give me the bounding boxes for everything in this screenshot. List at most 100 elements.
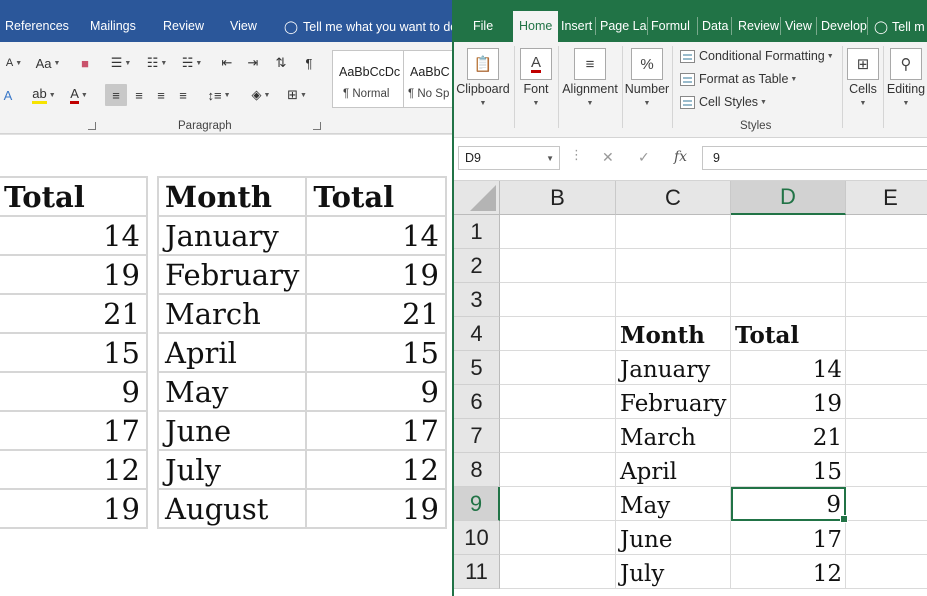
cell-b10[interactable]: [500, 521, 616, 555]
row-header-10[interactable]: 10: [454, 521, 500, 555]
cell-b1[interactable]: [500, 215, 616, 249]
cell-d6[interactable]: 19: [731, 385, 846, 419]
name-box[interactable]: D9 ▼: [458, 146, 560, 170]
excel-tab-insert[interactable]: Insert: [561, 19, 592, 33]
bullets-button[interactable]: ☰ ▼: [104, 52, 138, 74]
word-tab-review[interactable]: Review: [163, 19, 204, 33]
cell-styles-button[interactable]: Cell Styles ▼: [680, 92, 767, 112]
cell-e7[interactable]: [846, 419, 927, 453]
word-tab-view[interactable]: View: [230, 19, 257, 33]
cell-c7[interactable]: March: [616, 419, 731, 453]
align-left-button[interactable]: ≡: [105, 84, 127, 106]
paragraph-dialog-launcher-icon[interactable]: [313, 122, 321, 130]
total-cell[interactable]: 12: [0, 449, 148, 490]
cell-b2[interactable]: [500, 249, 616, 283]
cell-e4[interactable]: [846, 317, 927, 351]
excel-tab-page-layout[interactable]: Page La: [600, 19, 647, 33]
cell-d2[interactable]: [731, 249, 846, 283]
excel-tab-formulas[interactable]: Formul: [651, 19, 690, 33]
month-cell[interactable]: April: [156, 332, 308, 373]
row-header-2[interactable]: 2: [454, 249, 500, 283]
cell-e11[interactable]: [846, 555, 927, 589]
borders-button[interactable]: ⊞ ▼: [280, 84, 314, 106]
excel-tell-me[interactable]: ◯ Tell m: [874, 19, 925, 34]
sort-button[interactable]: ⇅: [270, 52, 292, 74]
cell-b4[interactable]: [500, 317, 616, 351]
cell-b6[interactable]: [500, 385, 616, 419]
justify-button[interactable]: ≡: [172, 84, 194, 106]
cell-d7[interactable]: 21: [731, 419, 846, 453]
cell-c1[interactable]: [616, 215, 731, 249]
clipboard-group[interactable]: 📋 Clipboard ▼: [454, 42, 512, 138]
row-header-3[interactable]: 3: [454, 283, 500, 317]
total-cell[interactable]: 14: [305, 215, 447, 256]
total-cell[interactable]: 19: [0, 254, 148, 295]
total-cell[interactable]: 17: [305, 410, 447, 451]
word-tell-me[interactable]: ◯ Tell me what you want to do: [284, 19, 452, 34]
row-header-8[interactable]: 8: [454, 453, 500, 487]
month-cell[interactable]: January: [156, 215, 308, 256]
total-cell[interactable]: 14: [0, 215, 148, 256]
cell-b5[interactable]: [500, 351, 616, 385]
cell-e5[interactable]: [846, 351, 927, 385]
total-cell[interactable]: 19: [305, 488, 447, 529]
total-cell[interactable]: 15: [305, 332, 447, 373]
formula-input[interactable]: 9: [702, 146, 927, 170]
month-cell[interactable]: March: [156, 293, 308, 334]
cell-c11[interactable]: July: [616, 555, 731, 589]
cancel-icon[interactable]: ✕: [602, 149, 614, 166]
row-header-1[interactable]: 1: [454, 215, 500, 249]
total-cell[interactable]: 21: [0, 293, 148, 334]
excel-tab-developer[interactable]: Develop: [821, 19, 867, 33]
cell-d10[interactable]: 17: [731, 521, 846, 555]
cell-d5[interactable]: 14: [731, 351, 846, 385]
header-cell[interactable]: Total: [305, 176, 447, 217]
cells-group[interactable]: ⊞ Cells ▼: [844, 42, 882, 138]
decrease-indent-button[interactable]: ⇤: [216, 52, 238, 74]
row-header-4[interactable]: 4: [454, 317, 500, 351]
row-header-11[interactable]: 11: [454, 555, 500, 589]
total-cell[interactable]: 21: [305, 293, 447, 334]
total-cell[interactable]: 19: [305, 254, 447, 295]
cell-e9[interactable]: [846, 487, 927, 521]
total-cell[interactable]: 9: [305, 371, 447, 412]
cell-e3[interactable]: [846, 283, 927, 317]
cell-b9[interactable]: [500, 487, 616, 521]
cell-e2[interactable]: [846, 249, 927, 283]
line-spacing-button[interactable]: ↕≡ ▼: [202, 84, 236, 106]
cell-e8[interactable]: [846, 453, 927, 487]
editing-group[interactable]: ⚲ Editing ▼: [885, 42, 927, 138]
excel-tab-home[interactable]: Home: [513, 11, 559, 42]
row-header-6[interactable]: 6: [454, 385, 500, 419]
header-cell[interactable]: Month: [156, 176, 308, 217]
change-case-button[interactable]: Aa ▼: [32, 52, 64, 74]
month-cell[interactable]: August: [156, 488, 308, 529]
cell-b11[interactable]: [500, 555, 616, 589]
excel-tab-review[interactable]: Review: [738, 19, 779, 33]
column-header-b[interactable]: B: [500, 181, 616, 215]
cell-c10[interactable]: June: [616, 521, 731, 555]
excel-tab-file[interactable]: File: [473, 19, 493, 33]
row-header-5[interactable]: 5: [454, 351, 500, 385]
month-cell[interactable]: May: [156, 371, 308, 412]
month-cell[interactable]: February: [156, 254, 308, 295]
format-as-table-button[interactable]: Format as Table ▼: [680, 69, 797, 89]
align-center-button[interactable]: ≡: [128, 84, 150, 106]
total-cell[interactable]: 12: [305, 449, 447, 490]
chevron-down-icon[interactable]: ▼: [546, 154, 554, 163]
cell-d4[interactable]: Total: [731, 317, 846, 351]
font-dialog-launcher-icon[interactable]: [88, 122, 96, 130]
text-effects-button[interactable]: A: [0, 84, 16, 106]
cell-b3[interactable]: [500, 283, 616, 317]
align-right-button[interactable]: ≡: [150, 84, 172, 106]
total-cell[interactable]: 17: [0, 410, 148, 451]
increase-indent-button[interactable]: ⇥: [242, 52, 264, 74]
cell-c6[interactable]: February: [616, 385, 731, 419]
font-color-button[interactable]: A ▼: [64, 84, 94, 106]
word-tab-mailings[interactable]: Mailings: [90, 19, 136, 33]
cell-e6[interactable]: [846, 385, 927, 419]
show-formatting-button[interactable]: ¶: [298, 52, 320, 74]
total-cell[interactable]: 9: [0, 371, 148, 412]
numbering-button[interactable]: ☷ ▼: [140, 52, 174, 74]
total-cell[interactable]: 19: [0, 488, 148, 529]
